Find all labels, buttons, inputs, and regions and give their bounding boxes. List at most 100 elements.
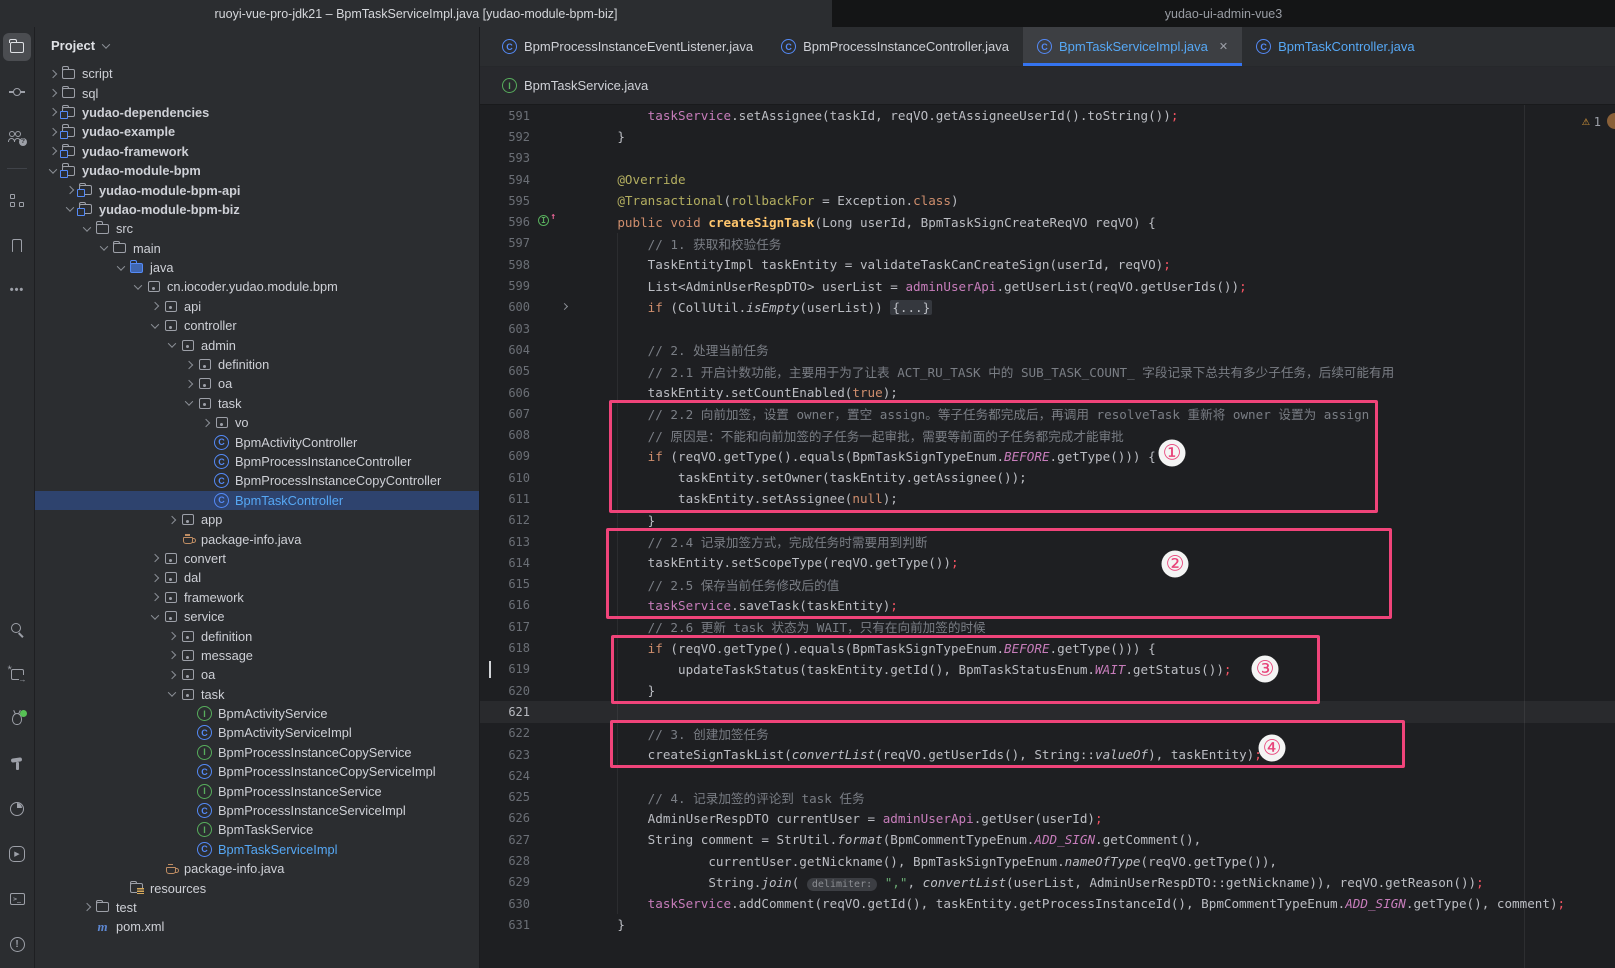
chevron-right-icon[interactable]: [147, 594, 162, 600]
tree-item-resources[interactable]: resources: [35, 878, 479, 897]
chevron-right-icon[interactable]: [45, 71, 60, 77]
chevron-right-icon[interactable]: [45, 148, 60, 154]
tree-item-bpmactivityserviceimpl[interactable]: CBpmActivityServiceImpl: [35, 723, 479, 742]
chevron-right-icon[interactable]: [45, 109, 60, 115]
code-line-598[interactable]: 598 TaskEntityImpl taskEntity = validate…: [480, 254, 1615, 275]
chevron-down-icon[interactable]: [181, 400, 196, 406]
code-line-614[interactable]: 614 taskEntity.setScopeType(reqVO.getTyp…: [480, 552, 1615, 573]
chevron-right-icon[interactable]: [45, 90, 60, 96]
tree-item-bpmtaskserviceimpl[interactable]: CBpmTaskServiceImpl: [35, 840, 479, 859]
chevron-right-icon[interactable]: [45, 129, 60, 135]
code-line-599[interactable]: 599 List<AdminUserRespDTO> userList = ad…: [480, 275, 1615, 296]
implementing-method-icon[interactable]: [538, 215, 549, 226]
code-line-592[interactable]: 592 }: [480, 126, 1615, 147]
tree-item-api[interactable]: api: [35, 297, 479, 316]
tree-item-vo[interactable]: vo: [35, 413, 479, 432]
tree-item-definition[interactable]: definition: [35, 626, 479, 645]
code-line-613[interactable]: 613 // 2.4 记录加签方式，完成任务时需要用到判断: [480, 531, 1615, 552]
code-line-628[interactable]: 628 currentUser.getNickname(), BpmTaskSi…: [480, 850, 1615, 871]
code-line-616[interactable]: 616 taskService.saveTask(taskEntity);: [480, 595, 1615, 616]
project-icon[interactable]: [3, 33, 31, 61]
tree-item-bpmprocessinstancecopyservice[interactable]: IBpmProcessInstanceCopyService: [35, 743, 479, 762]
chevron-down-icon[interactable]: [96, 245, 111, 251]
tree-item-test[interactable]: test: [35, 898, 479, 917]
search-icon[interactable]: [3, 615, 31, 643]
tree-item-task[interactable]: task: [35, 394, 479, 413]
chevron-right-icon[interactable]: [62, 187, 77, 193]
code-line-591[interactable]: 591 taskService.setAssignee(taskId, reqV…: [480, 105, 1615, 126]
chevron-down-icon[interactable]: [164, 342, 179, 348]
chevron-down-icon[interactable]: [147, 323, 162, 329]
code-line-600[interactable]: 600 if (CollUtil.isEmpty(userList)) {...…: [480, 297, 1615, 318]
tree-item-definition[interactable]: definition: [35, 355, 479, 374]
tree-item-pom-xml[interactable]: mpom.xml: [35, 917, 479, 936]
tree-item-oa[interactable]: oa: [35, 665, 479, 684]
tree-item-bpmtaskservice[interactable]: IBpmTaskService: [35, 820, 479, 839]
fold-chevron-icon[interactable]: [561, 303, 568, 310]
chevron-down-icon[interactable]: [164, 691, 179, 697]
tree-item-bpmactivityservice[interactable]: IBpmActivityService: [35, 704, 479, 723]
tree-item-yudao-module-bpm-api[interactable]: yudao-module-bpm-api: [35, 180, 479, 199]
tree-item-script[interactable]: script: [35, 64, 479, 83]
inspections-widget[interactable]: ⚠ 1: [1582, 114, 1601, 129]
tree-item-task[interactable]: task: [35, 685, 479, 704]
editor-tab-bpmtaskcontroller-java[interactable]: CBpmTaskController.java: [1242, 27, 1429, 66]
services-icon[interactable]: ▶: [3, 840, 31, 868]
chevron-right-icon[interactable]: [164, 672, 179, 678]
code-line-611[interactable]: 611 taskEntity.setAssignee(null);: [480, 488, 1615, 509]
code-line-622[interactable]: 622 // 3. 创建加签任务: [480, 723, 1615, 744]
editor-tab-bpmtaskservice-java[interactable]: IBpmTaskService.java: [488, 67, 662, 104]
code-line-596[interactable]: 596 public void createSignTask(Long user…: [480, 211, 1615, 232]
chevron-right-icon[interactable]: [181, 362, 196, 368]
chevron-right-icon[interactable]: [164, 517, 179, 523]
tree-item-bpmactivitycontroller[interactable]: CBpmActivityController: [35, 432, 479, 451]
code-line-619[interactable]: 619 updateTaskStatus(taskEntity.getId(),…: [480, 659, 1615, 680]
chevron-down-icon[interactable]: [113, 265, 128, 271]
code-line-627[interactable]: 627 String comment = StrUtil.format(BpmC…: [480, 829, 1615, 850]
chevron-right-icon[interactable]: [198, 420, 213, 426]
tree-item-yudao-framework[interactable]: yudao-framework: [35, 142, 479, 161]
tree-item-convert[interactable]: convert: [35, 549, 479, 568]
code-line-612[interactable]: 612 }: [480, 510, 1615, 531]
tree-item-yudao-module-bpm[interactable]: yudao-module-bpm: [35, 161, 479, 180]
tree-item-java[interactable]: java: [35, 258, 479, 277]
chevron-right-icon[interactable]: [147, 555, 162, 561]
code-line-631[interactable]: 631 }: [480, 914, 1615, 935]
project-view-selector[interactable]: Project: [35, 27, 479, 64]
tree-item-sql[interactable]: sql: [35, 83, 479, 102]
chevron-right-icon[interactable]: [147, 303, 162, 309]
code-line-623[interactable]: 623 createSignTaskList(convertList(reqVO…: [480, 744, 1615, 765]
tree-item-app[interactable]: app: [35, 510, 479, 529]
code-line-608[interactable]: 608 // 原因是：不能和向前加签的子任务一起审批，需要等前面的子任务都完成才…: [480, 424, 1615, 445]
tree-item-yudao-example[interactable]: yudao-example: [35, 122, 479, 141]
code-line-594[interactable]: 594 @Override: [480, 169, 1615, 190]
tree-item-bpmtaskcontroller[interactable]: CBpmTaskController: [35, 491, 479, 510]
tree-item-service[interactable]: service: [35, 607, 479, 626]
chevron-right-icon[interactable]: [164, 633, 179, 639]
code-line-610[interactable]: 610 taskEntity.setOwner(taskEntity.getAs…: [480, 467, 1615, 488]
build-icon[interactable]: [3, 750, 31, 778]
tree-item-dal[interactable]: dal: [35, 568, 479, 587]
tree-item-controller[interactable]: controller: [35, 316, 479, 335]
code-line-617[interactable]: 617 // 2.6 更新 task 状态为 WAIT，只有在向前加签的时候: [480, 616, 1615, 637]
chevron-down-icon[interactable]: [147, 614, 162, 620]
chevron-right-icon[interactable]: [181, 381, 196, 387]
code-line-595[interactable]: 595 @Transactional(rollbackFor = Excepti…: [480, 190, 1615, 211]
code-line-606[interactable]: 606 taskEntity.setCountEnabled(true);: [480, 382, 1615, 403]
code-line-630[interactable]: 630 taskService.addComment(reqVO.getId()…: [480, 893, 1615, 914]
chevron-down-icon[interactable]: [130, 284, 145, 290]
tree-item-yudao-module-bpm-biz[interactable]: yudao-module-bpm-biz: [35, 200, 479, 219]
find-icon[interactable]: [3, 660, 31, 688]
code-line-604[interactable]: 604 // 2. 处理当前任务: [480, 339, 1615, 360]
code-line-624[interactable]: 624: [480, 765, 1615, 786]
tree-item-package-info-java[interactable]: package-info.java: [35, 859, 479, 878]
code-line-626[interactable]: 626 AdminUserRespDTO currentUser = admin…: [480, 808, 1615, 829]
more-icon[interactable]: •••: [3, 276, 31, 304]
chevron-down-icon[interactable]: [79, 226, 94, 232]
tree-item-src[interactable]: src: [35, 219, 479, 238]
chevron-right-icon[interactable]: [147, 575, 162, 581]
code-line-593[interactable]: 593: [480, 148, 1615, 169]
editor-tab-bpmtaskserviceimpl-java[interactable]: CBpmTaskServiceImpl.java✕: [1023, 27, 1242, 66]
bookmarks-icon[interactable]: [3, 231, 31, 259]
tree-item-bpmprocessinstancecontroller[interactable]: CBpmProcessInstanceController: [35, 452, 479, 471]
